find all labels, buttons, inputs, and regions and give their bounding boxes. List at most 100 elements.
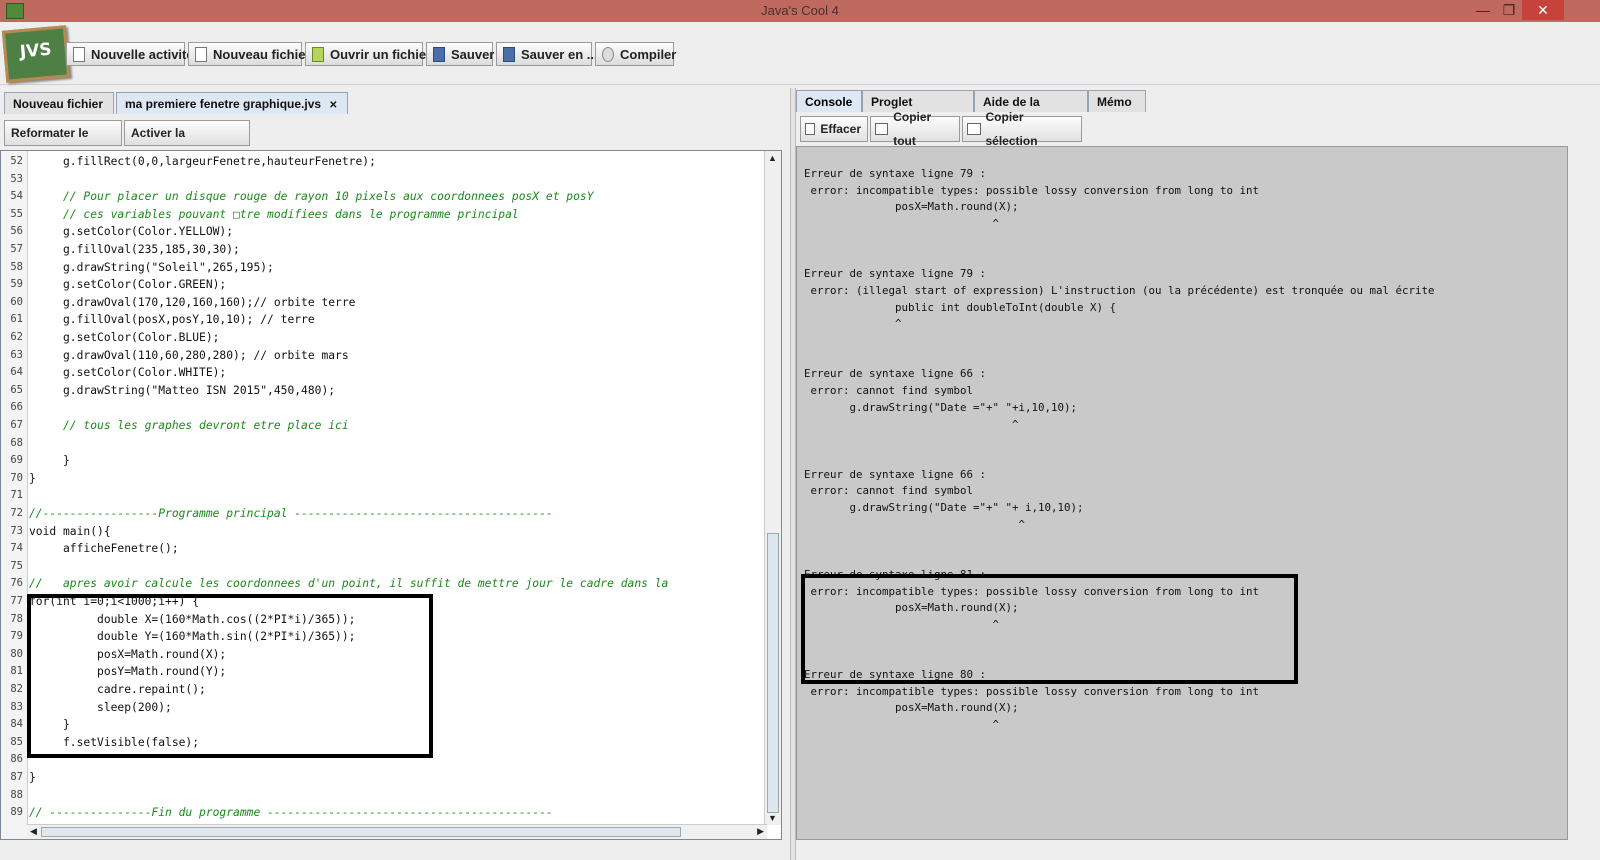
- copy-selection-icon: [967, 123, 981, 135]
- clear-button[interactable]: Effacer: [800, 116, 868, 142]
- new-activity-button[interactable]: Nouvelle activité: [66, 42, 194, 66]
- horizontal-scrollbar[interactable]: ◀ ▶: [27, 824, 767, 839]
- eraser-icon: [805, 123, 816, 135]
- console-line: error: cannot find symbol: [804, 384, 974, 398]
- console-output[interactable]: Erreur de syntaxe ligne 79 : error: inco…: [796, 146, 1568, 840]
- clear-label: Effacer: [820, 122, 861, 136]
- code-text: }: [29, 771, 36, 784]
- copy-selection-button[interactable]: Copier sélection: [962, 110, 1082, 148]
- line-number: 53: [10, 172, 23, 185]
- code-line: 54 // Pour placer un disque rouge de ray…: [1, 188, 763, 206]
- new-file-button[interactable]: Nouveau fichier: [188, 42, 311, 66]
- code-text: }: [29, 454, 70, 468]
- code-text: cadre.repaint();: [29, 683, 206, 696]
- code-line: 63 g.drawOval(110,60,280,280); // orbite…: [1, 347, 763, 365]
- vertical-scrollbar[interactable]: ▲ ▼: [764, 151, 781, 825]
- scroll-right-icon[interactable]: ▶: [757, 826, 764, 837]
- copy-icon: [875, 123, 889, 135]
- code-line: 67 // tous les graphes devront etre plac…: [1, 417, 763, 435]
- horizontal-scroll-thumb[interactable]: [41, 827, 681, 837]
- console-line: ^: [804, 517, 1026, 531]
- code-text: g.drawOval(110,60,280,280); // orbite ma…: [29, 348, 349, 362]
- code-line: 52 g.fillRect(0,0,largeurFenetre,hauteur…: [1, 153, 763, 171]
- open-file-button[interactable]: Ouvrir un fichier: [305, 42, 431, 66]
- code-line: 86: [1, 751, 763, 769]
- line-number: 66: [10, 401, 23, 414]
- line-number: 75: [10, 559, 23, 572]
- console-line: posX=Math.round(X);: [804, 601, 1019, 615]
- code-line: 61 g.fillOval(posX,posY,10,10); // terre: [1, 311, 763, 329]
- tab-memo[interactable]: Mémo: [1088, 90, 1146, 112]
- console-line: error: incompatible types: possible loss…: [804, 584, 1260, 598]
- line-number: 79: [10, 630, 23, 643]
- copy-all-button[interactable]: Copier tout: [870, 110, 960, 148]
- code-line: 88: [1, 787, 763, 805]
- floppy-disk-icon: [433, 46, 445, 62]
- code-line: 60 g.drawOval(170,120,160,160);// orbite…: [1, 294, 763, 312]
- line-number: 54: [10, 190, 23, 203]
- code-line: 59 g.setColor(Color.GREEN);: [1, 276, 763, 294]
- code-line: 81 posY=Math.round(Y);: [1, 663, 763, 681]
- line-number: 82: [10, 683, 23, 695]
- code-line: 76 // apres avoir calcule les coordonnees…: [1, 575, 763, 593]
- line-number: 57: [10, 243, 23, 255]
- activate-completion-button[interactable]: Activer la complétion: [124, 120, 250, 164]
- console-line: error: (illegal start of expression) L'i…: [804, 283, 1435, 297]
- code-line: 78 double X=(160*Math.cos((2*PI*i)/365))…: [1, 611, 763, 629]
- console-line: error: incompatible types: possible loss…: [804, 684, 1260, 698]
- restore-icon[interactable]: ❐: [1496, 0, 1522, 20]
- console-line: ^: [804, 217, 1000, 231]
- line-number: 71: [10, 489, 23, 502]
- line-number: 81: [10, 665, 23, 678]
- line-number: 86: [10, 753, 23, 766]
- code-text: void main(){: [29, 524, 111, 538]
- code-line: 75: [1, 558, 763, 576]
- open-file-label: Ouvrir un fichier: [330, 46, 432, 62]
- line-number: 78: [10, 612, 23, 625]
- code-text: f.setVisible(false);: [29, 735, 200, 749]
- scroll-left-icon[interactable]: ◀: [30, 826, 37, 837]
- code-text: g.fillOval(235,185,30,30);: [29, 243, 240, 256]
- scroll-up-icon[interactable]: ▲: [768, 153, 777, 163]
- code-line: 72 //-----------------Programme principal…: [1, 505, 763, 523]
- line-number: 84: [10, 718, 23, 731]
- code-line: 58 g.drawString("Soleil",265,195);: [1, 259, 763, 277]
- line-number: 64: [10, 366, 23, 379]
- line-number: 62: [10, 331, 23, 343]
- logo-text: JVS: [19, 39, 53, 63]
- vertical-scroll-thumb[interactable]: [767, 533, 779, 813]
- line-number: 77: [10, 595, 23, 607]
- code-text: for(int i=0;i<1000;i++) {: [29, 595, 200, 608]
- compile-button[interactable]: Compiler: [595, 42, 676, 66]
- line-number: 87: [10, 771, 23, 783]
- code-line: 71: [1, 487, 763, 505]
- code-line: 77 for(int i=0;i<1000;i++) {: [1, 593, 763, 611]
- close-tab-icon[interactable]: ✕: [329, 100, 337, 111]
- tab-label: Nouveau fichier: [13, 97, 104, 111]
- title-bar: Java's Cool 4 — ❐ ✕: [0, 0, 1600, 22]
- reformat-code-button[interactable]: Reformater le code: [4, 120, 122, 164]
- open-folder-icon: [312, 46, 324, 62]
- console-panel: Console Proglet javaProg Aide de la prog…: [796, 88, 1568, 860]
- code-text: // tous les graphes devront etre place i…: [29, 419, 349, 432]
- console-line: Erreur de syntaxe ligne 79 :: [804, 167, 987, 180]
- line-number: 73: [10, 524, 23, 537]
- new-document-icon: [73, 46, 85, 62]
- close-window-icon[interactable]: ✕: [1522, 0, 1564, 20]
- code-editor[interactable]: 52 g.fillRect(0,0,largeurFenetre,hauteur…: [0, 150, 782, 840]
- tab-console[interactable]: Console: [796, 90, 862, 112]
- line-number: 89: [10, 806, 23, 819]
- code-text: // Pour placer un disque rouge de rayon …: [29, 190, 594, 204]
- main-toolbar: JVS Nouvelle activité Nouveau fichier Ou…: [0, 22, 1600, 85]
- code-line: 82 cadre.repaint();: [1, 681, 763, 699]
- save-as-button[interactable]: Sauver en ...: [496, 42, 598, 66]
- tab-nouveau-fichier[interactable]: Nouveau fichier: [4, 92, 114, 114]
- minimize-icon[interactable]: —: [1470, 0, 1496, 20]
- tab-ma-premiere-fenetre[interactable]: ma premiere fenetre graphique.jvs ✕: [116, 92, 348, 114]
- scroll-down-icon[interactable]: ▼: [768, 813, 777, 823]
- save-button[interactable]: Sauver: [426, 42, 494, 66]
- code-line: 65 g.drawString("Matteo ISN 2015",450,48…: [1, 382, 763, 400]
- code-text: g.drawString("Soleil",265,195);: [29, 260, 274, 274]
- code-text: //-----------------Programme principal -…: [29, 507, 553, 520]
- code-text: g.setColor(Color.YELLOW);: [29, 225, 234, 239]
